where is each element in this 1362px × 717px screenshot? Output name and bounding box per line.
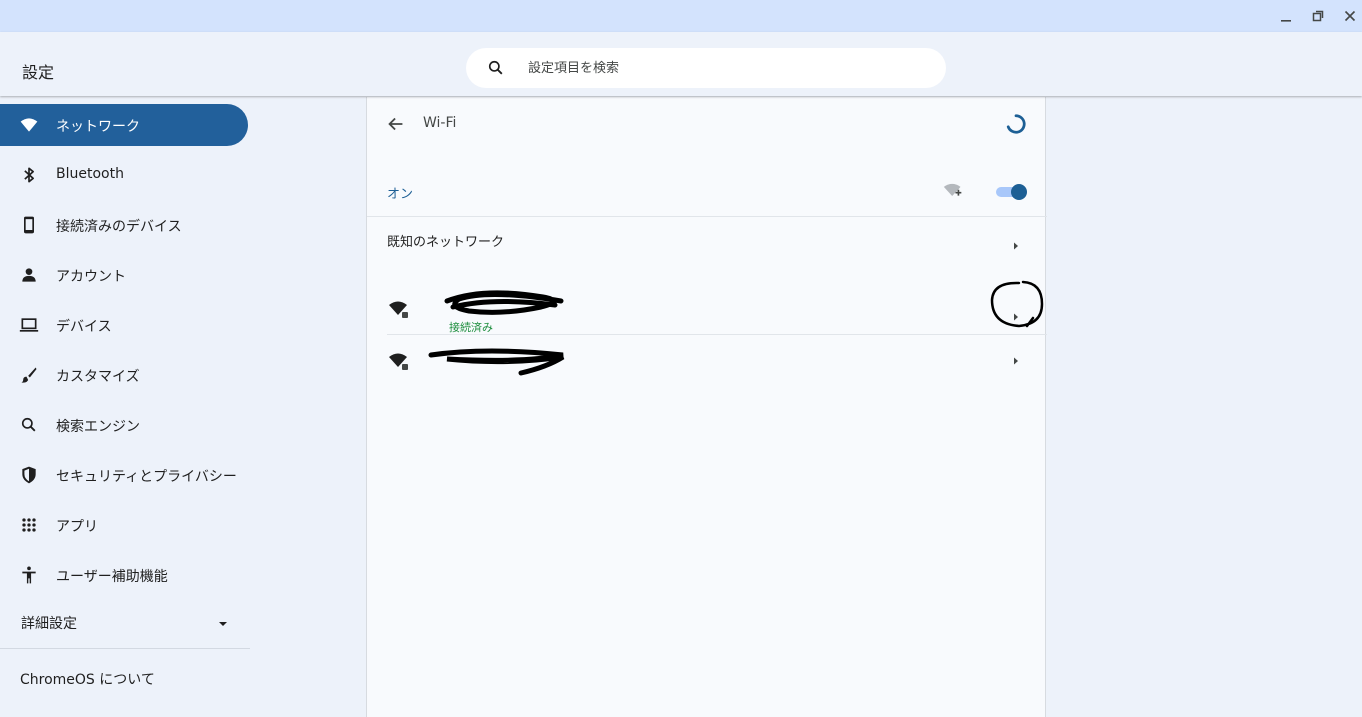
sidebar-item-label: ユーザー補助機能 xyxy=(56,569,168,585)
bluetooth-icon xyxy=(19,165,39,185)
wifi-toggle-row: オン xyxy=(367,167,1047,217)
sidebar-item-label: カスタマイズ xyxy=(56,369,140,385)
sidebar-item-device[interactable]: デバイス xyxy=(0,304,248,346)
sidebar-item-customize[interactable]: カスタマイズ xyxy=(0,354,248,396)
wifi-icon xyxy=(19,115,39,135)
sidebar-item-account[interactable]: アカウント xyxy=(0,254,248,296)
about-chromeos-label: ChromeOS について xyxy=(20,672,155,688)
close-icon[interactable] xyxy=(1340,6,1360,26)
search-input[interactable] xyxy=(528,58,908,78)
sidebar-item-label: Bluetooth xyxy=(56,166,124,182)
add-wifi-icon[interactable] xyxy=(943,181,963,201)
sidebar-item-accessibility[interactable]: ユーザー補助機能 xyxy=(0,554,248,596)
phone-icon xyxy=(19,215,39,235)
search-box[interactable] xyxy=(466,48,946,88)
minimize-icon[interactable] xyxy=(1276,6,1296,26)
wifi-lock-icon xyxy=(387,299,409,319)
app-title: 設定 xyxy=(22,63,55,82)
apps-grid-icon xyxy=(19,515,39,535)
sidebar-item-network[interactable]: ネットワーク xyxy=(0,104,248,146)
redacted-network-name xyxy=(443,287,567,321)
network-list-item[interactable] xyxy=(387,335,1047,389)
redacted-network-name xyxy=(427,345,569,377)
sidebar-item-label: デバイス xyxy=(56,319,112,335)
sidebar-item-connected-devices[interactable]: 接続済みのデバイス xyxy=(0,204,248,246)
wifi-settings-card: Wi-Fi オン 既知のネットワーク 接続済み xyxy=(366,97,1047,717)
back-arrow-icon[interactable] xyxy=(385,113,407,135)
advanced-settings-toggle[interactable]: 詳細設定 xyxy=(0,602,248,642)
person-icon xyxy=(19,265,39,285)
wifi-status-label: オン xyxy=(387,187,414,202)
sidebar-item-apps[interactable]: アプリ xyxy=(0,504,248,546)
sidebar-item-bluetooth[interactable]: Bluetooth xyxy=(0,154,248,196)
shield-icon xyxy=(19,465,39,485)
loading-spinner-icon xyxy=(1005,113,1027,135)
search-icon xyxy=(19,415,39,435)
accessibility-icon xyxy=(19,565,39,585)
sidebar-item-label: 接続済みのデバイス xyxy=(56,219,182,235)
sidebar: ネットワーク Bluetooth 接続済みのデバイス アカウント デバイス カス… xyxy=(0,96,252,717)
sidebar-item-label: アカウント xyxy=(56,269,126,285)
sidebar-item-search-engine[interactable]: 検索エンジン xyxy=(0,404,248,446)
network-list-item[interactable]: 接続済み xyxy=(387,283,1047,337)
restore-icon[interactable] xyxy=(1308,6,1328,26)
annotation-circle xyxy=(989,280,1045,330)
chevron-right-icon xyxy=(1011,351,1021,365)
network-connection-status: 接続済み xyxy=(449,321,493,334)
dropdown-arrow-icon xyxy=(216,616,230,630)
toggle-thumb xyxy=(1011,184,1027,200)
sidebar-item-label: セキュリティとプライバシー xyxy=(56,469,237,485)
page-title: Wi-Fi xyxy=(423,115,457,131)
advanced-settings-label: 詳細設定 xyxy=(21,616,77,632)
brush-icon xyxy=(19,365,39,385)
settings-header: 設定 xyxy=(0,32,1362,96)
sidebar-item-label: アプリ xyxy=(56,519,98,535)
about-chromeos-link[interactable]: ChromeOS について xyxy=(0,658,248,698)
search-icon xyxy=(486,58,506,78)
window-titlebar xyxy=(0,0,1362,32)
wifi-toggle[interactable] xyxy=(995,183,1029,201)
chevron-right-icon xyxy=(1011,236,1021,250)
sidebar-item-security-privacy[interactable]: セキュリティとプライバシー xyxy=(0,454,248,496)
sidebar-item-label: ネットワーク xyxy=(56,119,140,135)
sidebar-item-label: 検索エンジン xyxy=(56,419,140,435)
known-networks-row[interactable]: 既知のネットワーク xyxy=(367,217,1047,263)
laptop-icon xyxy=(19,315,39,335)
wifi-lock-icon xyxy=(387,351,409,371)
sidebar-divider xyxy=(0,648,250,649)
known-networks-label: 既知のネットワーク xyxy=(387,235,505,250)
